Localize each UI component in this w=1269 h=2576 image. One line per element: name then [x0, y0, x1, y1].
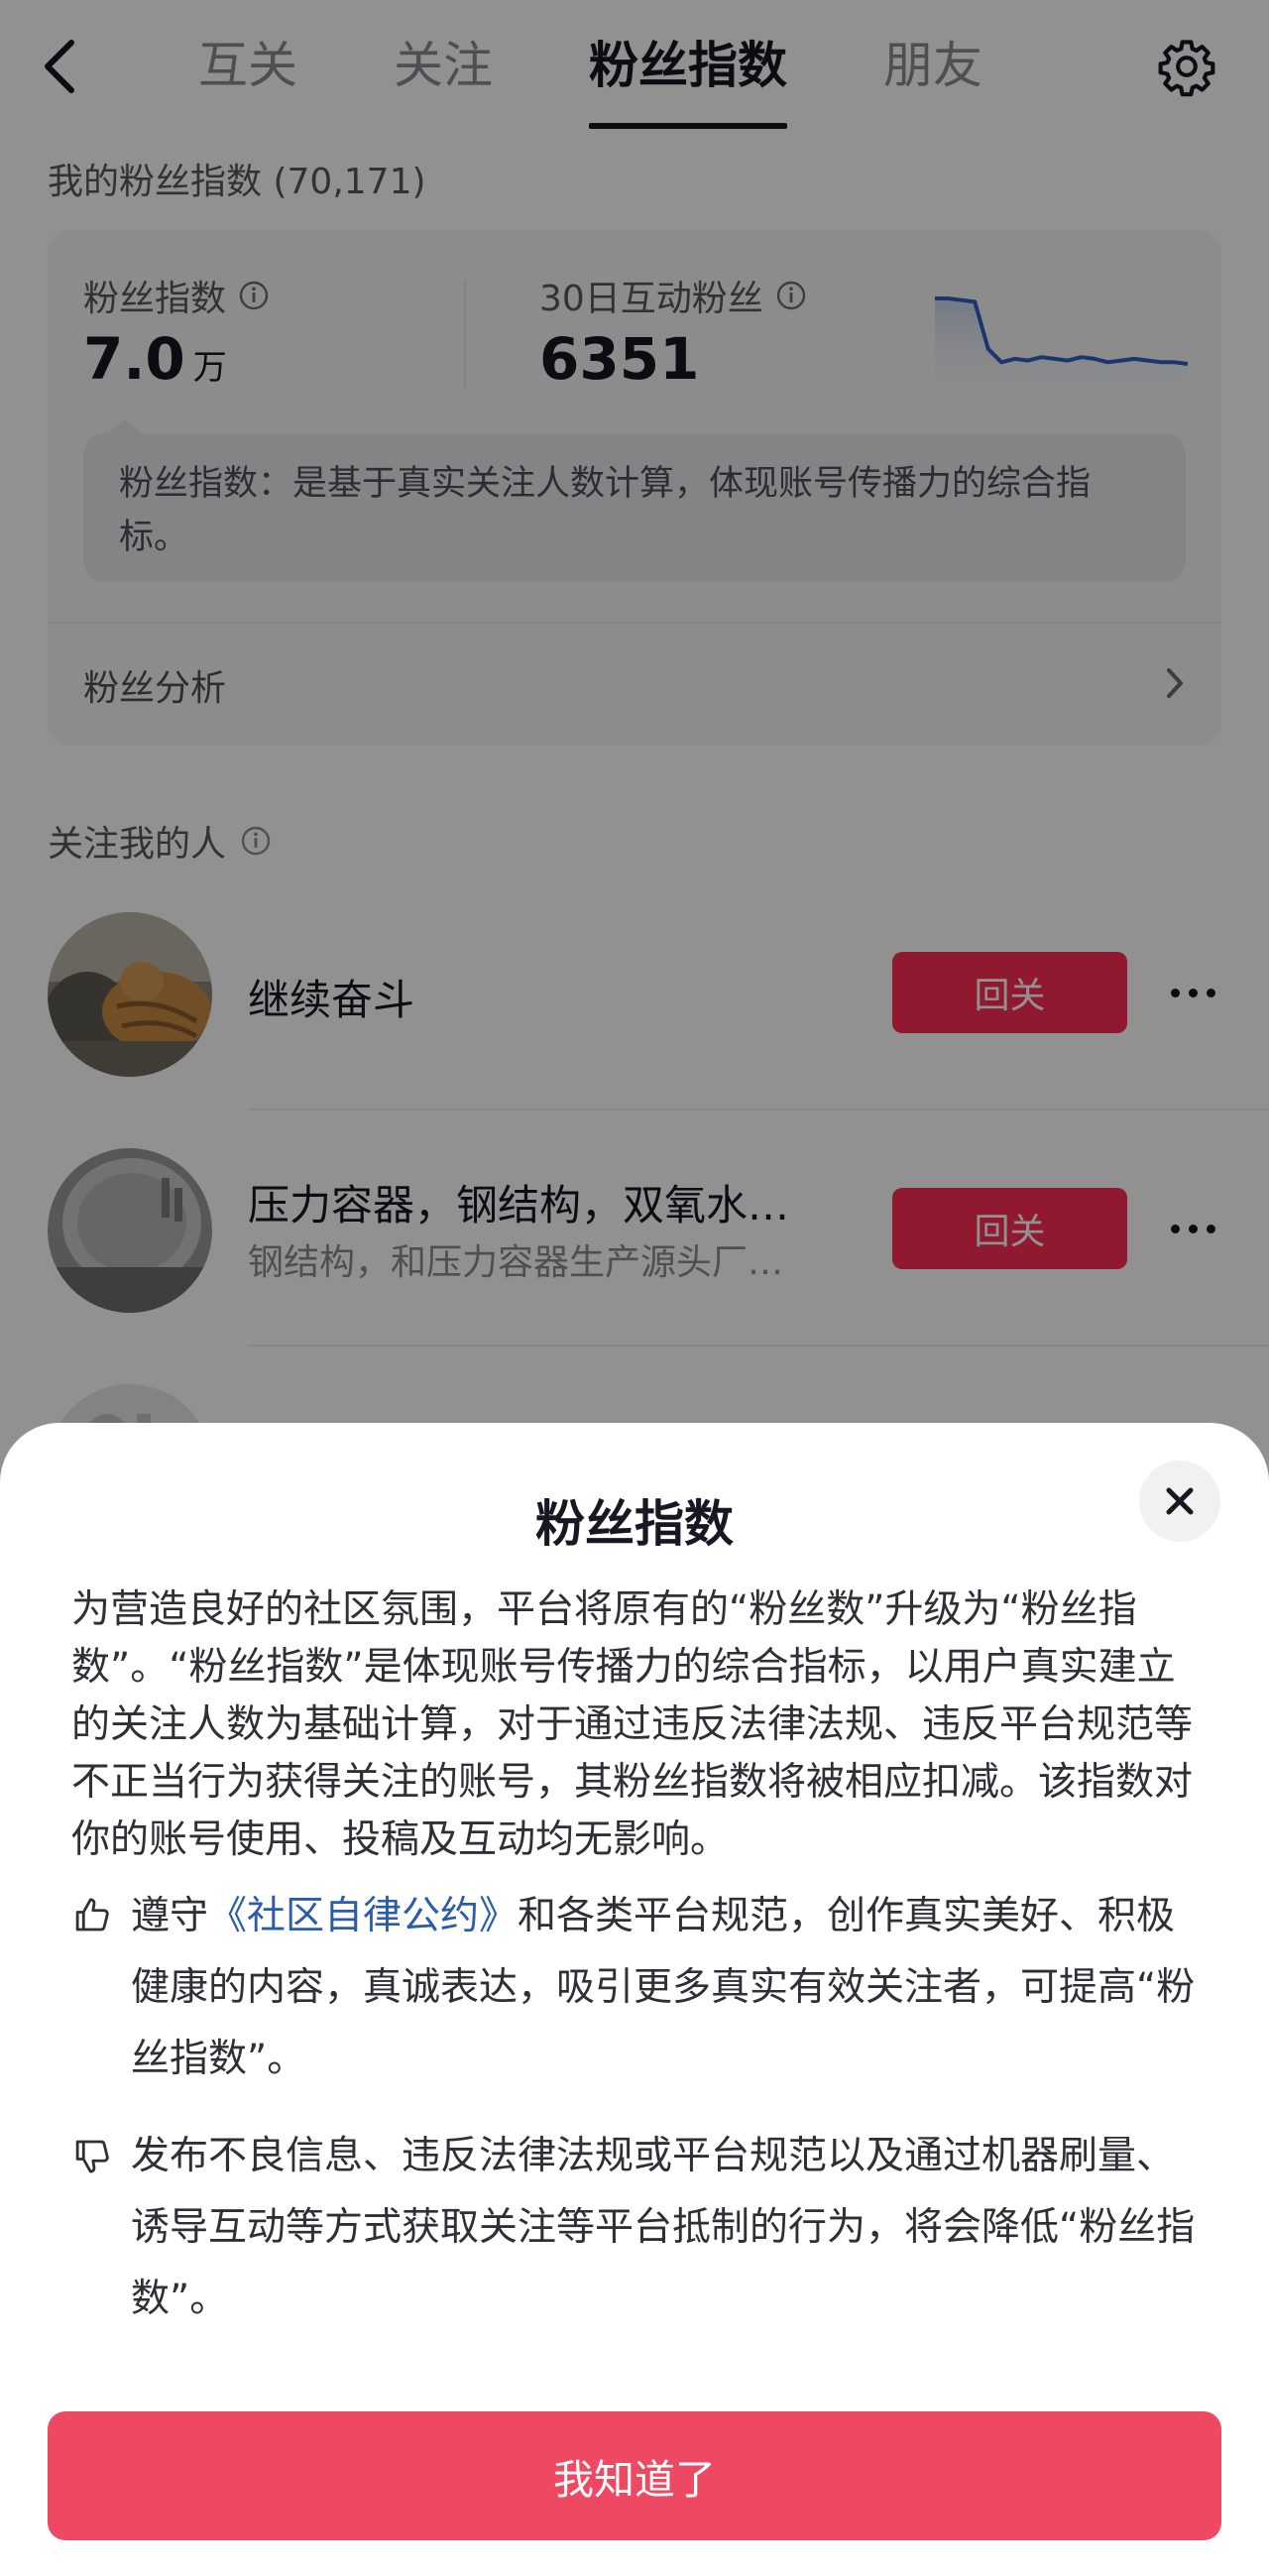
negative-guideline: 发布不良信息、违反法律法规或平台规范以及通过机器刷量、诱导互动等方式获取关注等平…	[71, 2127, 1198, 2345]
sheet-description: 为营造良好的社区氛围，平台将原有的“粉丝数”升级为“粉丝指数”。“粉丝指数”是体…	[71, 1587, 1194, 1862]
positive-guideline: 遵守《社区自律公约》和各类平台规范，创作真实美好、积极健康的内容，真诚表达，吸引…	[71, 1887, 1198, 2105]
sheet-title: 粉丝指数	[535, 1495, 734, 1553]
close-button[interactable]	[1139, 1461, 1220, 1542]
guideline-text: 遵守《社区自律公约》和各类平台规范，创作真实美好、积极健康的内容，真诚表达，吸引…	[131, 1881, 1198, 2095]
close-icon	[1166, 1487, 1194, 1515]
got-it-button[interactable]: 我知道了	[48, 2411, 1221, 2540]
fan-index-info-sheet: 粉丝指数 为营造良好的社区氛围，平台将原有的“粉丝数”升级为“粉丝指数”。“粉丝…	[0, 1423, 1269, 2576]
community-convention-link[interactable]: 《社区自律公约》	[208, 1894, 518, 1938]
page: 互关 关注 粉丝指数 朋友 我的粉丝指数 (70,171) 粉丝指数 7.0万	[0, 0, 1269, 2576]
thumbs-down-icon	[75, 2140, 109, 2173]
guideline-prefix: 遵守	[131, 1894, 209, 1938]
thumbs-up-icon	[75, 1898, 109, 1932]
guideline-text: 发布不良信息、违反法律法规或平台规范以及通过机器刷量、诱导互动等方式获取关注等平…	[131, 2134, 1196, 2321]
